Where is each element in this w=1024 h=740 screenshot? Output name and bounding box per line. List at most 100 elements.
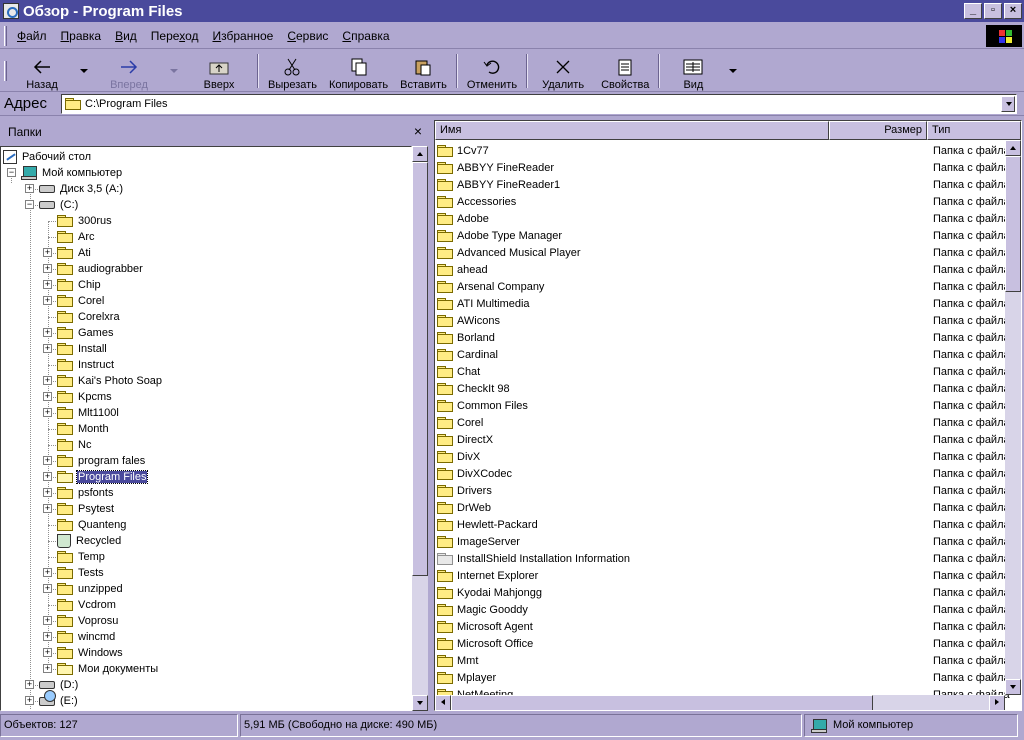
expand-toggle[interactable]: + — [43, 584, 52, 593]
forward-button[interactable]: Вперед — [94, 51, 164, 91]
file-row[interactable]: Advanced Musical Player Папка с файла — [437, 244, 1010, 261]
delete-button[interactable]: Удалить — [531, 51, 595, 91]
view-button[interactable]: Вид — [663, 51, 723, 91]
file-row[interactable]: Microsoft Office Папка с файла — [437, 635, 1010, 652]
tree-item[interactable]: Program Files — [57, 469, 149, 485]
file-row[interactable]: ahead Папка с файла — [437, 261, 1010, 278]
cut-button[interactable]: Вырезать — [262, 51, 323, 91]
expand-toggle[interactable]: + — [43, 344, 52, 353]
tree-item[interactable]: Psytest — [57, 501, 115, 517]
file-vertical-scrollbar[interactable] — [1005, 140, 1021, 695]
tree-item[interactable]: program fales — [57, 453, 146, 469]
file-row[interactable]: Arsenal Company Папка с файла — [437, 278, 1010, 295]
paste-button[interactable]: Вставить — [394, 51, 453, 91]
tree-item[interactable]: Recycled — [57, 533, 122, 549]
tree-item[interactable]: Quanteng — [57, 517, 127, 533]
tree-item[interactable]: Corel — [57, 293, 105, 309]
close-button[interactable]: × — [1004, 3, 1022, 19]
file-scroll-right-button[interactable] — [989, 695, 1005, 710]
maximize-button[interactable]: ▫ — [984, 3, 1002, 19]
expand-toggle[interactable]: + — [25, 184, 34, 193]
tree-item[interactable]: Windows — [57, 645, 124, 661]
expand-toggle[interactable]: + — [43, 472, 52, 481]
view-dropdown[interactable] — [729, 68, 738, 73]
tree-item[interactable]: Tests — [57, 565, 105, 581]
expand-toggle[interactable]: + — [43, 648, 52, 657]
expand-toggle[interactable]: + — [43, 504, 52, 513]
file-row[interactable]: InstallShield Installation Information Па… — [437, 550, 1010, 567]
file-row[interactable]: DirectX Папка с файла — [437, 431, 1010, 448]
tree-scroll-down-button[interactable] — [412, 695, 428, 711]
expand-toggle[interactable]: + — [43, 488, 52, 497]
file-row[interactable]: Microsoft Agent Папка с файла — [437, 618, 1010, 635]
toolbar-grip[interactable] — [4, 60, 7, 81]
expand-toggle[interactable]: + — [43, 280, 52, 289]
file-row[interactable]: DivXCodec Папка с файла — [437, 465, 1010, 482]
expand-toggle[interactable]: + — [43, 328, 52, 337]
tree-item[interactable]: 300rus — [57, 213, 113, 229]
file-row[interactable]: ABBYY FineReader1 Папка с файла — [437, 176, 1010, 193]
menu-go[interactable]: Переход — [144, 29, 206, 43]
tree-item[interactable]: Рабочий стол — [3, 149, 92, 165]
expand-toggle[interactable]: + — [43, 248, 52, 257]
tree-item[interactable]: Nc — [57, 437, 92, 453]
menu-tools[interactable]: Сервис — [280, 29, 335, 43]
folder-tree[interactable]: Рабочий стол Мой компьютер − Диск 3,5 (A:) +… — [0, 146, 412, 711]
menu-favorites[interactable]: Избранное — [205, 29, 280, 43]
tree-item[interactable]: Kpcms — [57, 389, 113, 405]
tree-item[interactable]: Vcdrom — [57, 597, 117, 613]
undo-button[interactable]: Отменить — [461, 51, 523, 91]
tree-item[interactable]: wincmd — [57, 629, 116, 645]
tree-item[interactable]: audiograbber — [57, 261, 144, 277]
expand-toggle[interactable]: + — [43, 296, 52, 305]
menu-help[interactable]: Справка — [335, 29, 396, 43]
tree-item[interactable]: (C:) — [39, 197, 79, 213]
file-row[interactable]: DivX Папка с файла — [437, 448, 1010, 465]
expand-toggle[interactable]: + — [43, 264, 52, 273]
file-row[interactable]: Borland Папка с файла — [437, 329, 1010, 346]
tree-scroll-thumb[interactable] — [412, 162, 428, 576]
collapse-toggle[interactable]: − — [7, 168, 16, 177]
menu-grip[interactable] — [4, 25, 7, 46]
expand-toggle[interactable]: + — [43, 408, 52, 417]
properties-button[interactable]: Свойства — [595, 51, 655, 91]
back-button[interactable]: Назад — [10, 51, 74, 91]
file-row[interactable]: Internet Explorer Папка с файла — [437, 567, 1010, 584]
column-size-header[interactable]: Размер — [829, 121, 927, 140]
file-row[interactable]: Corel Папка с файла — [437, 414, 1010, 431]
file-scroll-up-button[interactable] — [1005, 140, 1021, 156]
tree-item[interactable]: (E:) — [39, 689, 79, 709]
file-horizontal-scrollbar[interactable] — [435, 695, 1005, 710]
expand-toggle[interactable]: + — [43, 376, 52, 385]
file-row[interactable]: Drivers Папка с файла — [437, 482, 1010, 499]
file-row[interactable]: CheckIt 98 Папка с файла — [437, 380, 1010, 397]
expand-toggle[interactable]: + — [43, 392, 52, 401]
tree-item[interactable]: Chip — [57, 277, 102, 293]
file-row[interactable]: Adobe Type Manager Папка с файла — [437, 227, 1010, 244]
up-button[interactable]: Вверх — [184, 51, 254, 91]
file-scroll-down-button[interactable] — [1005, 679, 1021, 695]
column-type-header[interactable]: Тип — [927, 121, 1021, 140]
expand-toggle[interactable]: + — [25, 696, 34, 705]
menu-view[interactable]: Вид — [108, 29, 144, 43]
forward-dropdown[interactable] — [170, 68, 178, 73]
file-row[interactable]: Hewlett-Packard Папка с файла — [437, 516, 1010, 533]
collapse-toggle[interactable]: − — [25, 200, 34, 209]
file-row[interactable]: Cardinal Папка с файла — [437, 346, 1010, 363]
tree-item[interactable]: Kai's Photo Soap — [57, 373, 163, 389]
file-row[interactable]: Magic Gooddy Папка с файла — [437, 601, 1010, 618]
minimize-button[interactable]: _ — [964, 3, 982, 19]
expand-toggle[interactable]: + — [43, 456, 52, 465]
address-dropdown[interactable] — [1001, 96, 1015, 112]
file-row[interactable]: ImageServer Папка с файла — [437, 533, 1010, 550]
tree-item[interactable]: Instruct — [57, 357, 115, 373]
back-dropdown[interactable] — [80, 68, 88, 73]
copy-button[interactable]: Копировать — [323, 51, 394, 91]
file-row[interactable]: 1Cv77 Папка с файла — [437, 142, 1010, 159]
tree-vertical-scrollbar[interactable] — [412, 146, 428, 711]
expand-toggle[interactable]: + — [43, 664, 52, 673]
file-row[interactable]: Kyodai Mahjongg Папка с файла — [437, 584, 1010, 601]
tree-item[interactable]: Corelxra — [57, 309, 121, 325]
menu-file[interactable]: Файл — [10, 29, 54, 43]
file-row[interactable]: Chat Папка с файла — [437, 363, 1010, 380]
